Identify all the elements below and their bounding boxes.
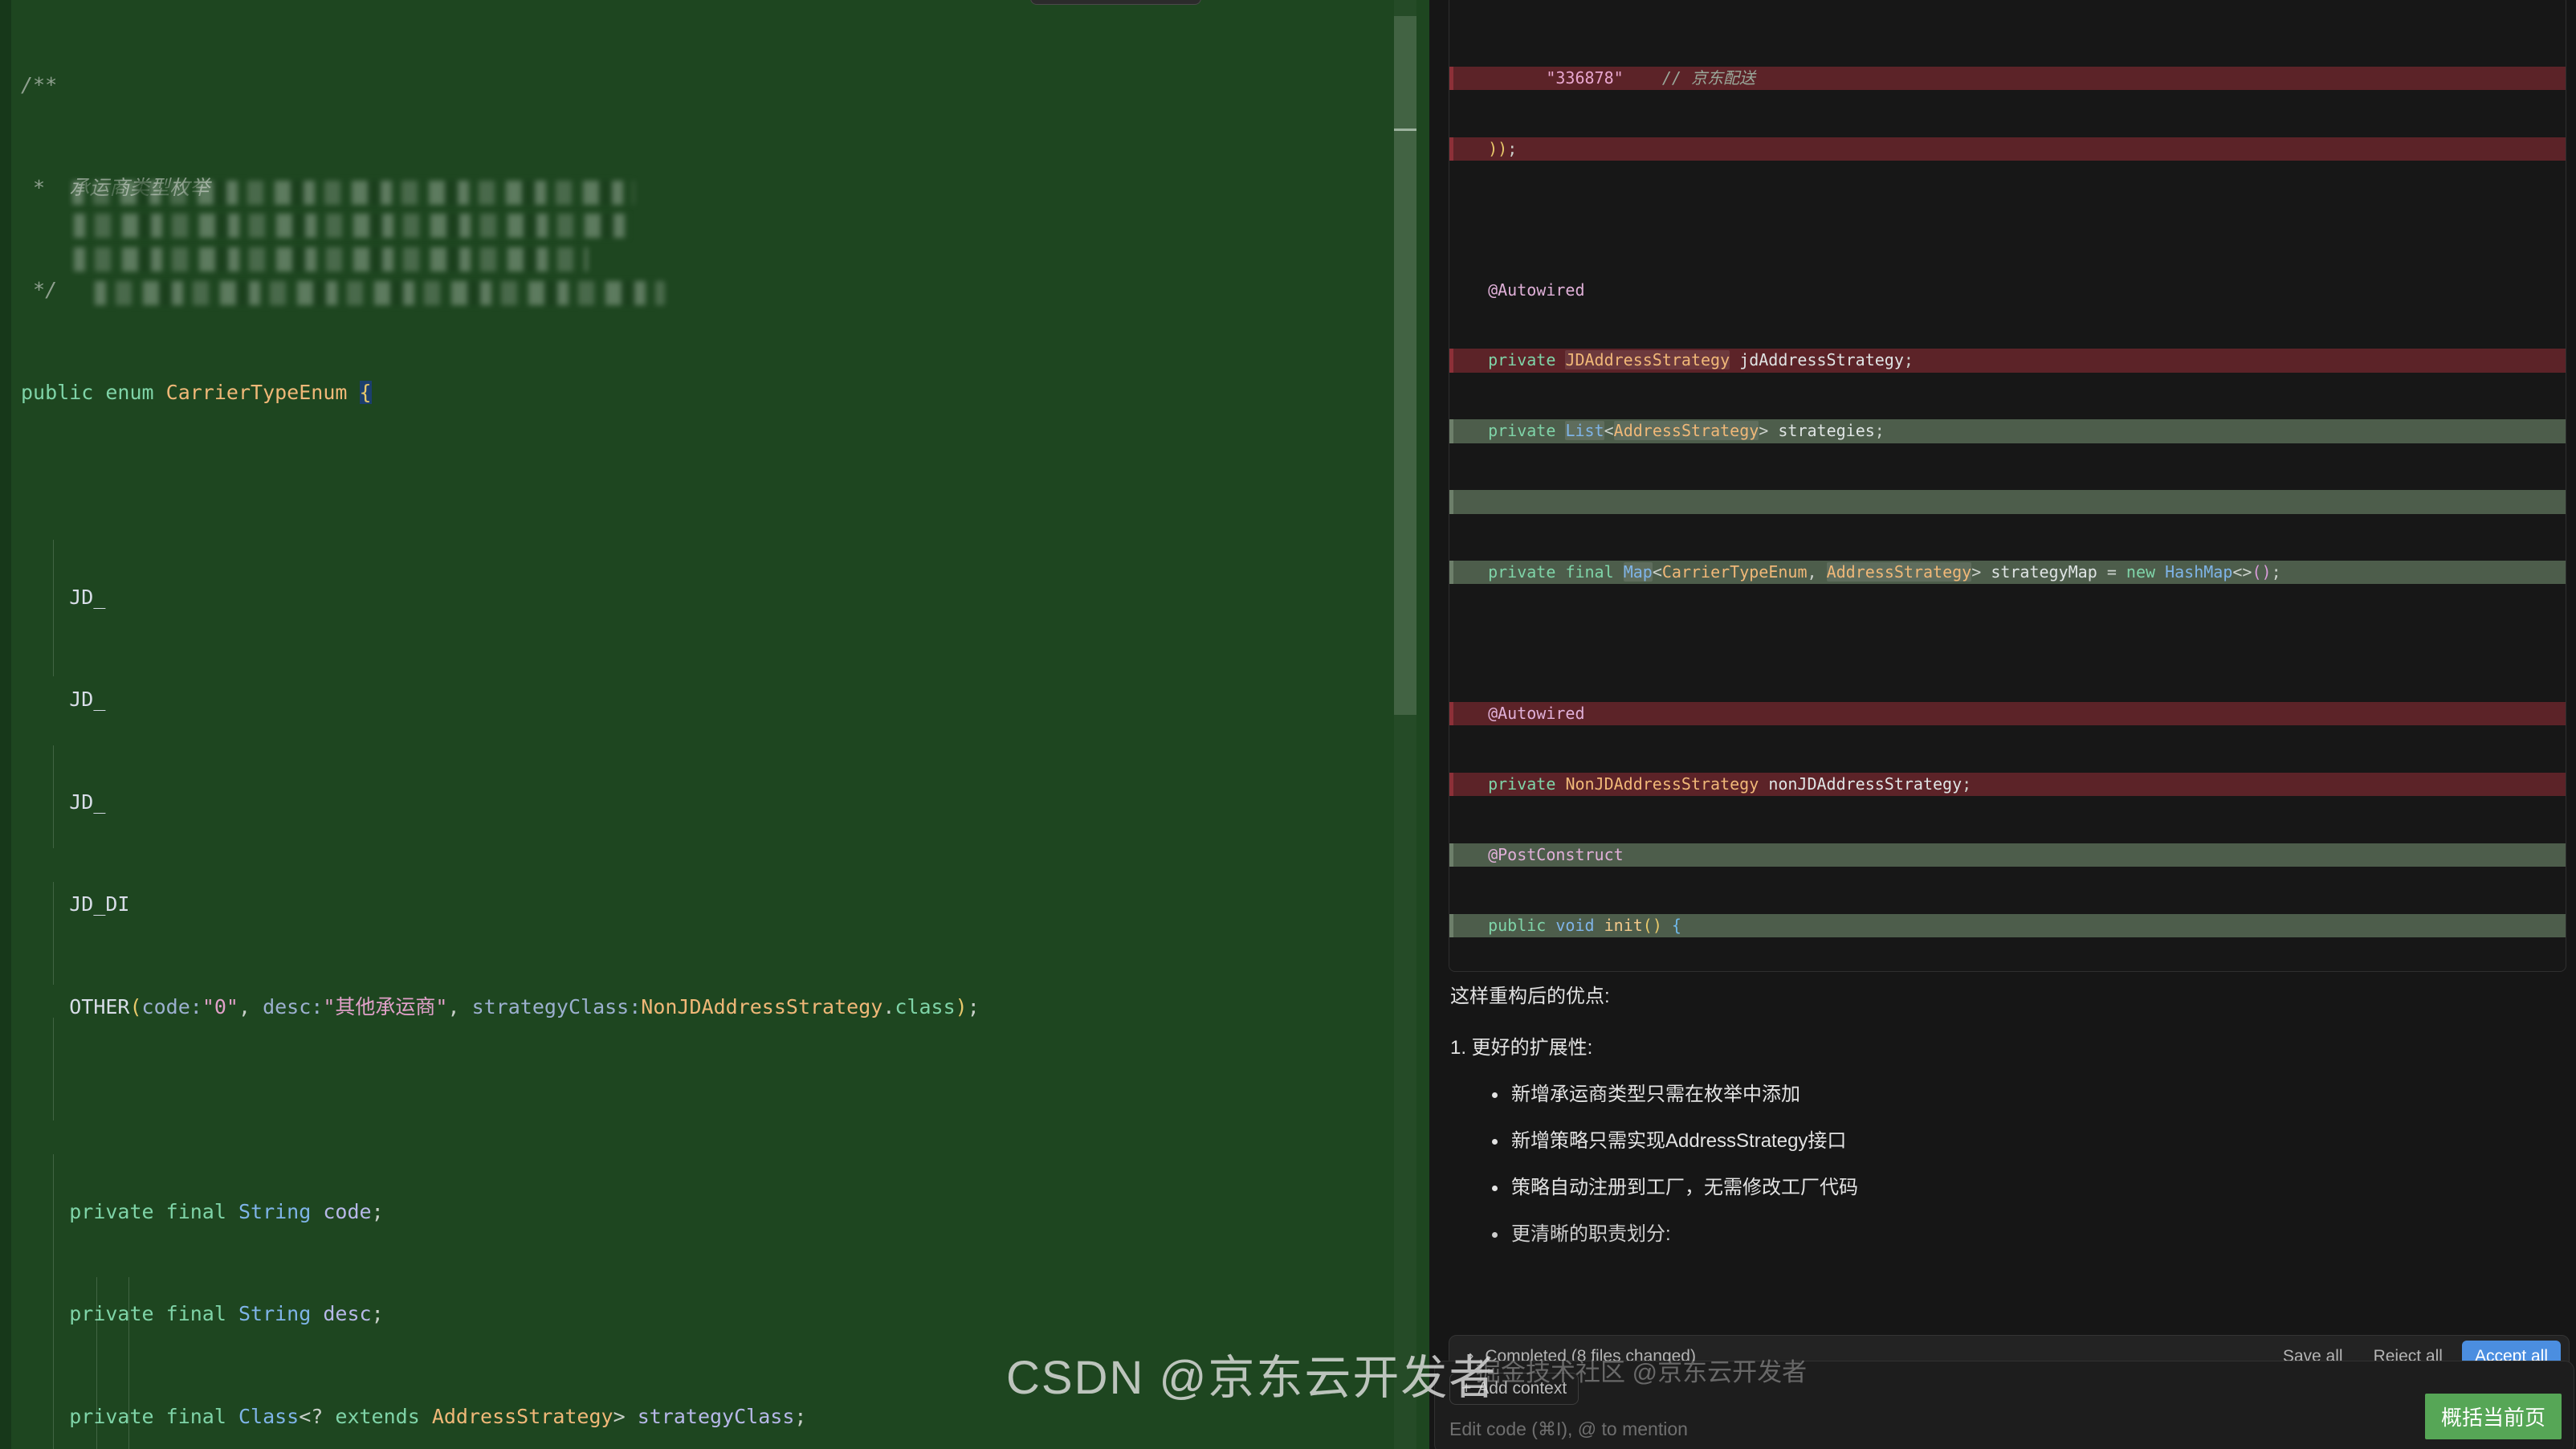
code-line-redacted: JD_ [69,688,106,711]
ai-chat-panel[interactable]: "336878" // 京东配送 )); @Autowired private … [1429,0,2576,1449]
code-line-redacted: JD_DI [69,892,130,916]
editor-scrollbar-thumb[interactable] [1394,16,1416,715]
summarize-page-button[interactable]: 概括当前页 [2424,1394,2562,1439]
indent-guide [96,1277,97,1449]
diff-line-context: @Autowired [1488,280,1585,300]
app-window: /** * 承运商类型枚举 */ public enum CarrierType… [0,0,2576,1449]
diff-line-removed: private JDAddressStrategy jdAddressStrat… [1449,349,2566,373]
diff-line-removed: @Autowired [1449,701,2566,726]
code-line-redacted: JD_ [69,790,106,814]
diff-code-block[interactable]: "336878" // 京东配送 )); @Autowired private … [1449,0,2566,972]
indent-guide [53,540,54,676]
diff-line-added [1449,490,2566,514]
add-context-button[interactable]: + Add context [1449,1373,1579,1405]
message-bullet-list: 新增承运商类型只需在枚举中添加 新增策略只需实现AddressStrategy接… [1484,1083,2558,1247]
chat-input-placeholder[interactable]: Edit code (⌘I), @ to mention [1449,1418,2559,1440]
indent-guide [53,745,54,848]
code-line: */ [21,278,58,301]
plus-icon: + [1461,1379,1472,1398]
code-line: * 承运商类型枚举 [21,175,210,199]
editor-scrollbar-marker [1394,129,1416,131]
code-line: private final String desc; [69,1302,384,1325]
diff-line-added: @PostConstruct [1449,843,2566,867]
indent-guide [53,1018,54,1120]
diff-line-added: private List<AddressStrategy> strategies… [1449,419,2566,443]
indent-guide [128,1277,129,1449]
code-line: private final Class<? extends AddressStr… [69,1404,807,1428]
code-line: /** [21,73,58,96]
diff-line-removed: )); [1449,137,2566,161]
editor-code-content[interactable]: /** * 承运商类型枚举 */ public enum CarrierType… [11,0,1429,1449]
diff-line-context [1449,631,2566,655]
editor-gutter [0,0,11,1449]
add-context-label: Add context [1478,1379,1567,1398]
diff-line-context [1449,208,2566,231]
code-line: private final String code; [69,1199,384,1223]
list-item-occluded: 更清晰的职责划分: [1484,1222,2558,1247]
indent-guide [53,1154,54,1449]
message-intro: 这样重构后的优点: [1450,986,1610,1007]
list-item: 新增承运商类型只需在枚举中添加 [1484,1083,2558,1107]
code-line: OTHER(code:"0", desc:"其他承运商", strategyCl… [69,994,980,1018]
list-item: 策略自动注册到工厂，无需修改工厂代码 [1484,1176,2558,1200]
diff-line-removed: private NonJDAddressStrategy nonJDAddres… [1449,772,2566,797]
diff-code-content: "336878" // 京东配送 )); @Autowired private … [1449,0,2566,971]
code-editor-panel[interactable]: /** * 承运商类型枚举 */ public enum CarrierType… [0,0,1429,1449]
chat-composer[interactable]: + Add context Edit code (⌘I), @ to menti… [1434,1361,2574,1449]
code-line: public enum CarrierTypeEnum { [21,380,372,404]
diff-line-added: public void init() { [1449,913,2566,937]
assistant-message: 这样重构后的优点: 1. 更好的扩展性: 新增承运商类型只需在枚举中添加 新增策… [1450,985,2558,1269]
message-numbered-item: 1. 更好的扩展性: [1450,1037,1593,1059]
diff-line-added: private final Map<CarrierTypeEnum, Addre… [1449,561,2566,585]
indent-guide [53,882,54,985]
diff-line-removed: "336878" // 京东配送 [1449,66,2566,91]
code-line-redacted: JD_ [69,585,106,609]
list-item: 新增策略只需实现AddressStrategy接口 [1484,1129,2558,1153]
